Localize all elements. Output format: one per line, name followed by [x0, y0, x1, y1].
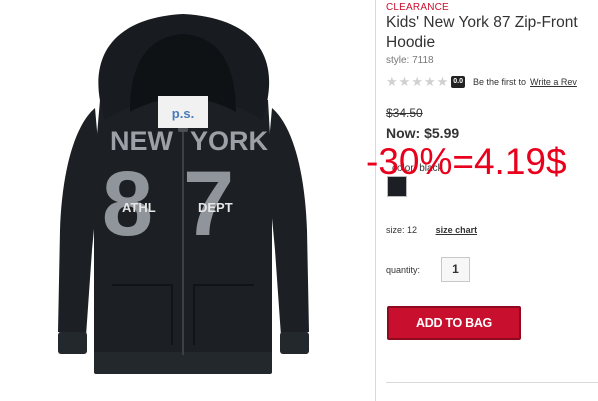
- size-chart-link[interactable]: size chart: [436, 225, 478, 235]
- star-icon: ★: [398, 74, 411, 89]
- quantity-label: quantity:: [386, 265, 421, 275]
- graphic-athl: ATHL: [122, 200, 156, 215]
- sale-price: Now: $5.99: [386, 125, 460, 141]
- product-image-panel: p.s. NEW YORK 87 ATHL DEPT: [0, 0, 376, 401]
- size-row: size: 12 size chart: [386, 225, 477, 235]
- product-info-panel: CLEARANCE Kids' New York 87 Zip-Front Ho…: [366, 0, 598, 401]
- star-icon: ★: [436, 74, 449, 89]
- original-price: $34.50: [386, 106, 423, 120]
- style-number: style: 7118: [386, 55, 434, 66]
- product-title: Kids' New York 87 Zip-Front Hoodie: [386, 14, 578, 51]
- tag-text: p.s.: [172, 106, 194, 121]
- be-first-text: Be the first to: [473, 77, 527, 87]
- star-icon: ★: [411, 74, 423, 89]
- graphic-york: YORK: [190, 126, 269, 156]
- graphic-dept: DEPT: [198, 200, 233, 215]
- star-icon: ★: [386, 74, 398, 89]
- clearance-badge: CLEARANCE: [386, 2, 449, 13]
- quantity-input[interactable]: 1: [441, 257, 470, 282]
- add-to-bag-button[interactable]: ADD TO BAG: [387, 306, 521, 340]
- size-value: 12: [407, 225, 418, 235]
- write-review-link[interactable]: Write a Rev: [530, 77, 577, 87]
- graphic-new: NEW: [110, 126, 174, 156]
- star-icon: ★: [423, 74, 436, 89]
- hoodie-image[interactable]: p.s. NEW YORK 87 ATHL DEPT: [0, 0, 375, 401]
- size-label: size:: [386, 225, 405, 235]
- rating-score-badge: 0.0: [451, 76, 466, 88]
- discount-annotation: -30%=4.19$: [366, 141, 567, 182]
- divider: [386, 382, 598, 383]
- rating-row: ★ ★ ★ ★ ★ 0.0 Be the first to Write a Re…: [386, 74, 577, 90]
